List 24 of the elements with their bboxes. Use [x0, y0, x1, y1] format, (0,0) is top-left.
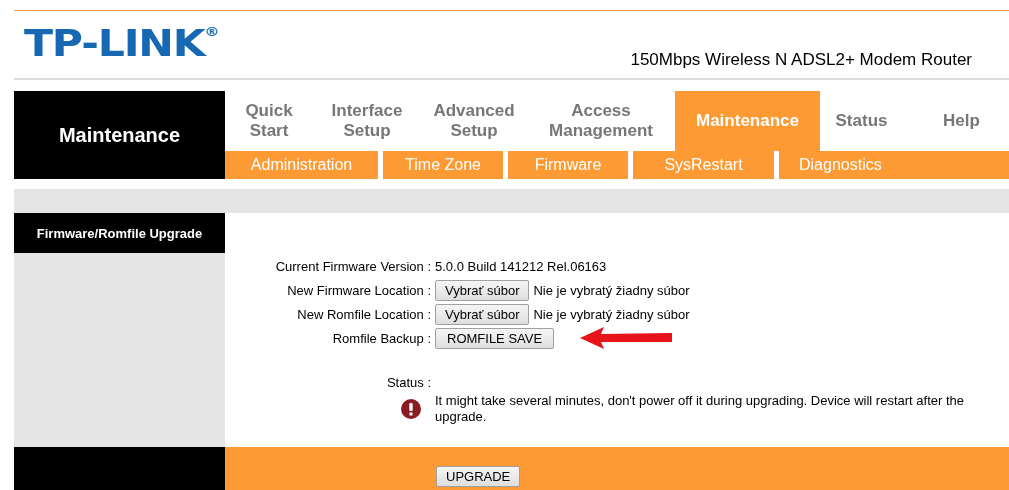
- choose-file-button[interactable]: Vybrať súbor: [435, 303, 530, 325]
- upgrade-button[interactable]: UPGRADE: [436, 466, 521, 487]
- nav-tab[interactable]: Quick Start: [225, 91, 313, 151]
- field-label: New Romfile Location :: [296, 306, 432, 322]
- model-name: 150Mbps Wireless N ADSL2+ Modem Router: [630, 50, 972, 70]
- field-label: Romfile Backup :: [331, 330, 432, 346]
- nav-tab[interactable]: Advanced Setup: [421, 91, 527, 151]
- file-status: Nie je vybratý žiadny súbor: [533, 282, 690, 298]
- tp-link-logo: TP-LINK$^{®}$: [24, 25, 219, 62]
- nav-tab[interactable]: Help: [929, 91, 994, 151]
- file-status: Nie je vybratý žiadny súbor: [533, 306, 690, 322]
- warning-icon: [401, 399, 421, 419]
- nav-tab[interactable]: Interface Setup: [313, 91, 421, 151]
- section-title: Maintenance: [14, 91, 225, 179]
- romfile-save-button[interactable]: ROMFILE SAVE: [435, 327, 555, 349]
- nav-tab[interactable]: Status: [820, 91, 929, 151]
- panel-title: Firmware/Romfile Upgrade: [14, 213, 225, 253]
- field-label: Current Firmware Version :: [274, 258, 432, 274]
- nav-tab[interactable]: Access Management: [527, 91, 675, 151]
- choose-file-button[interactable]: Vybrať súbor: [435, 279, 530, 301]
- firmware-version: 5.0.0 Build 141212 Rel.06163: [435, 258, 607, 274]
- status-message: It might take several minutes, don't power off it during upgrading. Device will restart after the upgrade.: [435, 393, 965, 425]
- status-label: Status :: [385, 375, 432, 390]
- field-label: New Firmware Location :: [286, 282, 432, 298]
